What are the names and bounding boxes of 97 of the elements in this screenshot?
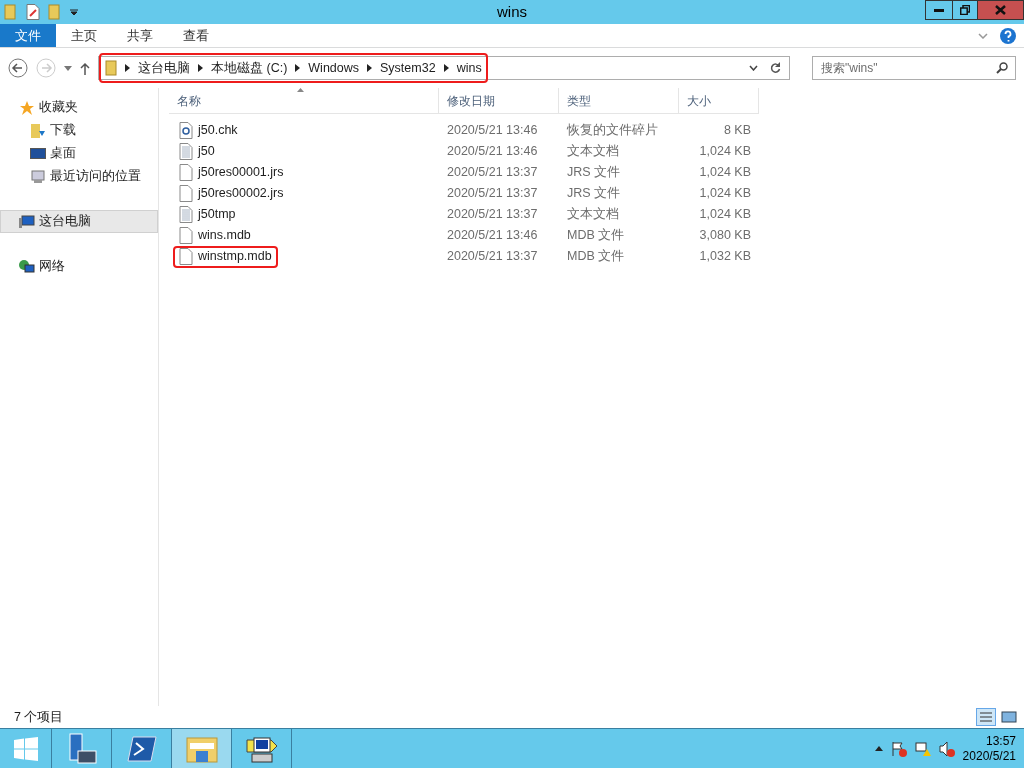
network-warning-icon[interactable]	[914, 740, 931, 757]
help-icon[interactable]	[1000, 27, 1016, 44]
details-view-icon[interactable]	[976, 708, 996, 726]
sidebar-item[interactable]: 网络	[0, 255, 158, 278]
ribbon-tab[interactable]: 主页	[56, 24, 112, 47]
file-name-item[interactable]: winstmp.mdb	[173, 245, 278, 268]
column-header[interactable]: 大小	[679, 88, 759, 114]
item-count: 7 个项目	[14, 708, 64, 726]
breadcrumb-arrow-icon[interactable]	[295, 64, 301, 72]
restore-button[interactable]	[953, 0, 978, 20]
table-cell-text: 2020/5/21 13:37	[446, 248, 539, 266]
table-cell-text: 文本文档	[566, 143, 620, 161]
breadcrumb-arrow-icon[interactable]	[443, 64, 449, 72]
dropdown-caret-icon[interactable]	[64, 65, 72, 71]
minimize-button[interactable]	[925, 0, 953, 20]
breadcrumb-arrow-icon[interactable]	[125, 64, 130, 72]
chevron-up-icon[interactable]	[874, 746, 883, 751]
table-cell-text: 恢复的文件碎片	[566, 122, 659, 140]
folder-icon[interactable]	[185, 734, 218, 763]
table-cell-text: 8 KB	[722, 122, 752, 140]
table-cell-text: 2020/5/21 13:46	[446, 122, 539, 140]
file-name-item[interactable]: j50.chk	[173, 119, 244, 142]
table-cell-text: MDB 文件	[566, 248, 626, 266]
ribbon-tab[interactable]: 共享	[112, 24, 168, 47]
table-cell-text: 2020/5/21 13:37	[446, 164, 539, 182]
table-cell-text: 1,024 KB	[698, 206, 752, 224]
table-cell-text: 2020/5/21 13:37	[446, 206, 539, 224]
breadcrumb[interactable]: wins	[456, 58, 482, 78]
network-icon	[19, 258, 35, 275]
search-icon	[996, 62, 1008, 74]
restore-icon	[960, 5, 970, 15]
flag-error-icon[interactable]	[890, 740, 907, 757]
table-cell-text: 1,024 KB	[698, 164, 752, 182]
column-header[interactable]: 名称	[169, 88, 439, 114]
sidebar-item[interactable]: 收藏夹	[0, 96, 158, 119]
sidebar-item[interactable]: 下载	[0, 119, 158, 142]
table-cell-text: 1,024 KB	[698, 185, 752, 203]
powershell-icon[interactable]	[126, 735, 157, 762]
sidebar-item[interactable]: 桌面	[0, 142, 158, 165]
recovered-file-icon	[179, 122, 193, 139]
recent-places-icon	[30, 168, 46, 185]
computer-icon	[19, 213, 35, 230]
file-name-item[interactable]: j50res00001.jrs	[173, 161, 290, 184]
ribbon-tab[interactable]: 查看	[168, 24, 224, 47]
table-cell-text: JRS 文件	[566, 164, 622, 182]
table-cell-text: 文本文档	[566, 206, 620, 224]
large-icons-view-icon[interactable]	[1000, 708, 1018, 726]
sidebar-item[interactable]: 这台电脑	[0, 210, 158, 233]
breadcrumb[interactable]: 本地磁盘 (C:)	[211, 58, 288, 78]
clock-date[interactable]: 2020/5/21	[962, 748, 1016, 764]
close-button[interactable]	[978, 0, 1024, 20]
address-bar[interactable]: 这台电脑 本地磁盘 (C:) Windows System32 wins	[98, 56, 790, 80]
sidebar-item[interactable]: 最近访问的位置	[0, 165, 158, 188]
file-name-item[interactable]: j50tmp	[173, 203, 242, 226]
taskbar-button[interactable]	[172, 729, 232, 768]
file-icon	[179, 248, 193, 265]
file-name-item[interactable]: wins.mdb	[173, 224, 257, 247]
window-title: wins	[497, 1, 527, 22]
search-field[interactable]: 搜索"wins"	[812, 56, 1016, 80]
table-cell-text: 1,032 KB	[698, 248, 752, 266]
properties-icon[interactable]	[26, 4, 40, 20]
refresh-icon[interactable]	[770, 62, 781, 74]
table-cell-text: 2020/5/21 13:46	[446, 227, 539, 245]
clock-time[interactable]: 13:57	[985, 733, 1016, 749]
text-file-icon	[179, 206, 193, 223]
column-header[interactable]: 类型	[559, 88, 679, 114]
folder-download-icon	[30, 122, 46, 139]
minimize-icon	[934, 8, 944, 12]
table-cell-text: 3,080 KB	[698, 227, 752, 245]
table-cell-text: 1,024 KB	[698, 143, 752, 161]
up-arrow-icon[interactable]	[80, 61, 90, 75]
breadcrumb-arrow-icon[interactable]	[367, 64, 373, 72]
star-icon	[19, 99, 35, 116]
file-name-item[interactable]: j50res00002.jrs	[173, 182, 290, 205]
text-file-icon	[179, 143, 193, 160]
speaker-muted-icon[interactable]	[938, 740, 955, 757]
sort-arrow-icon	[297, 88, 304, 92]
folder-icon	[105, 60, 117, 76]
breadcrumb[interactable]: System32	[380, 58, 436, 78]
ribbon-tab[interactable]: 文件	[0, 24, 56, 47]
back-icon[interactable]	[8, 58, 28, 78]
table-cell-text: JRS 文件	[566, 185, 622, 203]
chevron-down-icon[interactable]	[749, 65, 758, 71]
column-header[interactable]: 修改日期	[439, 88, 559, 114]
table-cell-text: MDB 文件	[566, 227, 626, 245]
breadcrumb[interactable]: 这台电脑	[138, 58, 190, 78]
dropdown-caret-icon[interactable]	[70, 8, 78, 16]
table-cell-text: 2020/5/21 13:46	[446, 143, 539, 161]
file-icon	[179, 164, 193, 181]
close-icon	[995, 5, 1006, 15]
monitor-icon	[30, 146, 46, 161]
breadcrumb[interactable]: Windows	[308, 58, 360, 78]
table-cell-text: 2020/5/21 13:37	[446, 185, 539, 203]
file-name-item[interactable]: j50	[173, 140, 221, 163]
file-icon	[179, 227, 193, 244]
breadcrumb-arrow-icon[interactable]	[198, 64, 203, 72]
file-icon	[179, 185, 193, 202]
